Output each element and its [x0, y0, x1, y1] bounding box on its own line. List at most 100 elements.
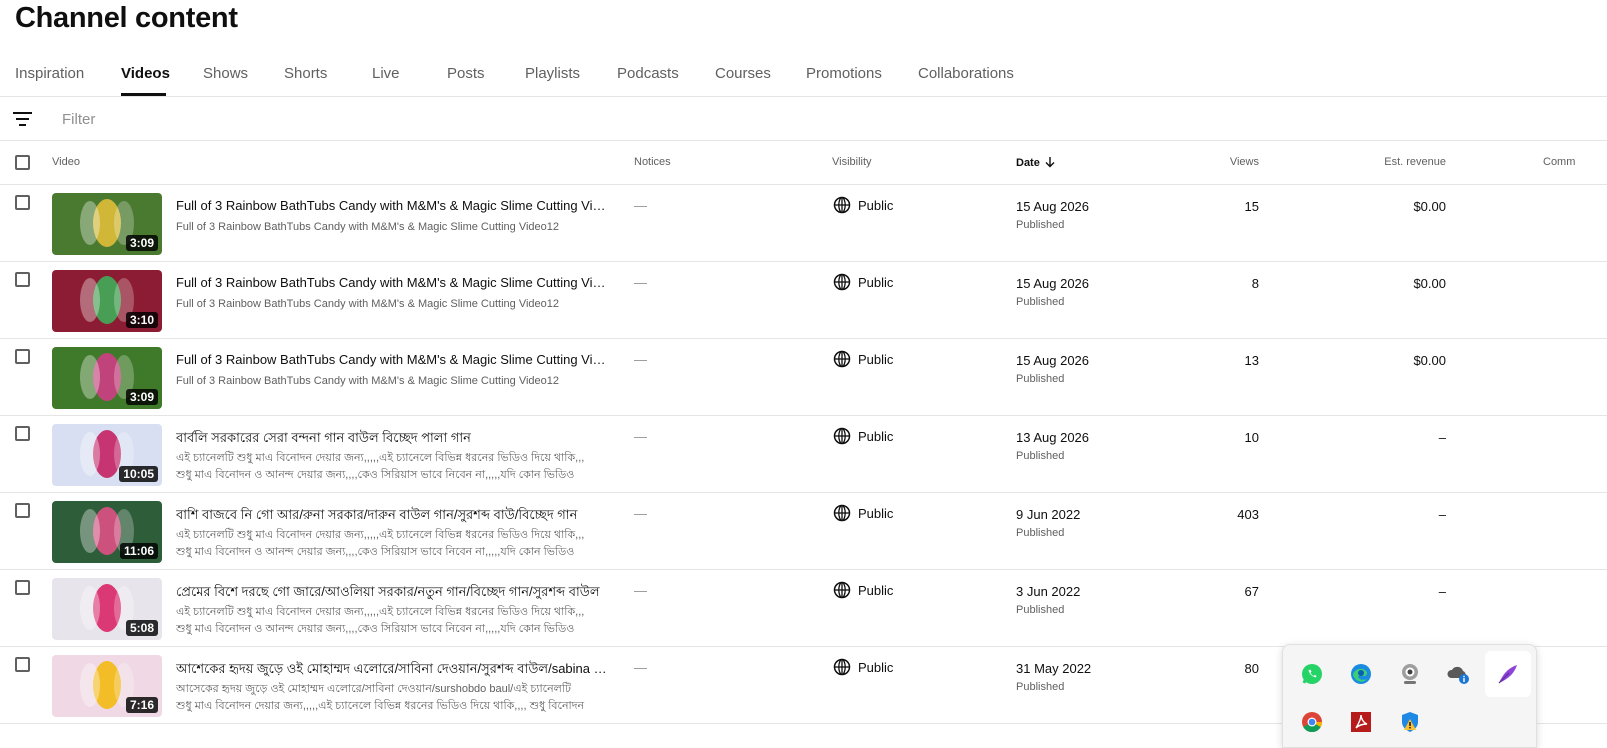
page-title: Channel content: [15, 2, 238, 34]
table-row[interactable]: 3:09 Full of 3 Rainbow BathTubs Candy wit…: [0, 185, 1607, 262]
publish-status: Published: [1016, 604, 1065, 616]
row-checkbox[interactable]: [15, 349, 30, 364]
tab-shorts[interactable]: Shorts: [284, 65, 327, 82]
tab-podcasts[interactable]: Podcasts: [617, 65, 679, 82]
video-title[interactable]: Full of 3 Rainbow BathTubs Candy with M&…: [176, 275, 608, 290]
chrome-icon[interactable]: [1299, 709, 1325, 735]
visibility-status[interactable]: Public: [858, 660, 893, 675]
video-duration-badge: 3:09: [125, 389, 158, 405]
views-count: 67: [1244, 584, 1259, 599]
column-header-date-label: Date: [1016, 157, 1040, 169]
tab-live[interactable]: Live: [372, 65, 400, 82]
video-duration-badge: 10:05: [119, 466, 158, 482]
publish-status: Published: [1016, 219, 1065, 231]
video-description-line: Full of 3 Rainbow BathTubs Candy with M&…: [176, 221, 559, 233]
table-row[interactable]: 3:10 Full of 3 Rainbow BathTubs Candy wit…: [0, 262, 1607, 339]
video-title[interactable]: Full of 3 Rainbow BathTubs Candy with M&…: [176, 352, 608, 367]
video-title[interactable]: বার্বলি সরকারের সেরা বন্দনা গান বাউল বিচ…: [176, 429, 608, 450]
video-description-line: এই চ্যানেলটি শুধু মাএ বিনোদন দেয়ার জন্য…: [176, 529, 585, 541]
video-title[interactable]: প্রেমের বিশে দরছে গো জারে/আওলিয়া সরকার/…: [176, 583, 608, 604]
filter-lines-icon[interactable]: [13, 110, 33, 128]
views-count: 80: [1244, 661, 1259, 676]
tab-promotions[interactable]: Promotions: [806, 65, 882, 82]
video-thumbnail[interactable]: 3:09: [52, 193, 162, 255]
video-description: Full of 3 Rainbow BathTubs Candy with M&…: [176, 296, 608, 313]
video-thumbnail[interactable]: 11:06: [52, 501, 162, 563]
tab-posts[interactable]: Posts: [447, 65, 485, 82]
video-description-line: এই চ্যানেলটি শুধু মাএ বিনোদন দেয়ার জন্য…: [176, 606, 585, 618]
table-row[interactable]: 10:05 বার্বলি সরকারের সেরা বন্দনা গান বাউ…: [0, 416, 1607, 493]
notice-value: —: [634, 429, 647, 444]
publish-date: 15 Aug 2026: [1016, 353, 1090, 368]
video-title[interactable]: Full of 3 Rainbow BathTubs Candy with M&…: [176, 198, 608, 213]
notice-value: —: [634, 660, 647, 675]
row-checkbox[interactable]: [15, 272, 30, 287]
table-row[interactable]: 3:09 Full of 3 Rainbow BathTubs Candy wit…: [0, 339, 1607, 416]
column-header-revenue[interactable]: Est. revenue: [1384, 156, 1446, 168]
video-description-line: শুধু মাএ বিনোদন দেয়ার জন্য,,,,,এই চ্যান…: [176, 700, 585, 712]
visibility-status[interactable]: Public: [858, 429, 893, 444]
video-thumbnail[interactable]: 7:16: [52, 655, 162, 717]
tab-collaborations[interactable]: Collaborations: [918, 65, 1014, 82]
video-description-line: Full of 3 Rainbow BathTubs Candy with M&…: [176, 375, 559, 387]
video-description-line: শুধু মাএ বিনোদন ও আনন্দ দেয়ার জন্য,,,,ক…: [176, 546, 575, 558]
views-count: 10: [1244, 430, 1259, 445]
video-thumbnail[interactable]: 10:05: [52, 424, 162, 486]
select-all-checkbox[interactable]: [15, 155, 30, 170]
video-thumbnail[interactable]: 3:10: [52, 270, 162, 332]
views-count: 8: [1251, 276, 1259, 291]
row-checkbox[interactable]: [15, 657, 30, 672]
globe-icon: [833, 504, 851, 522]
video-duration-badge: 3:09: [125, 235, 158, 251]
whatsapp-icon[interactable]: [1299, 661, 1325, 687]
visibility-status[interactable]: Public: [858, 275, 893, 290]
publish-status: Published: [1016, 296, 1065, 308]
visibility-status[interactable]: Public: [858, 506, 893, 521]
tab-shows[interactable]: Shows: [203, 65, 248, 82]
publish-date: 31 May 2022: [1016, 661, 1092, 676]
video-thumbnail[interactable]: 5:08: [52, 578, 162, 640]
acrobat-icon[interactable]: [1348, 709, 1374, 735]
video-title[interactable]: বাশি বাজবে নি গো আর/রুনা সরকার/দারুন বাউ…: [176, 506, 608, 527]
visibility-status[interactable]: Public: [858, 583, 893, 598]
estimated-revenue: –: [1438, 584, 1446, 599]
column-header-views[interactable]: Views: [1230, 156, 1259, 168]
row-checkbox[interactable]: [15, 580, 30, 595]
column-header-comments[interactable]: Comm: [1543, 156, 1575, 168]
views-count: 403: [1237, 507, 1259, 522]
video-thumbnail[interactable]: 3:09: [52, 347, 162, 409]
video-description: আসেকের হৃদয় জুড়ে ওই মোহাম্মদ এলোরে/সাব…: [176, 681, 608, 715]
publish-date: 3 Jun 2022: [1016, 584, 1081, 599]
column-header-date[interactable]: Date: [1016, 156, 1056, 169]
publish-status: Published: [1016, 527, 1065, 539]
tab-courses[interactable]: Courses: [715, 65, 771, 82]
notice-value: —: [634, 506, 647, 521]
webcam-icon[interactable]: [1397, 661, 1423, 687]
visibility-status[interactable]: Public: [858, 198, 893, 213]
tab-videos[interactable]: Videos: [121, 65, 170, 82]
onedrive-icon[interactable]: [1446, 661, 1472, 687]
visibility-status[interactable]: Public: [858, 352, 893, 367]
table-row[interactable]: 11:06 বাশি বাজবে নি গো আর/রুনা সরকার/দারু…: [0, 493, 1607, 570]
table-row[interactable]: 5:08 প্রেমের বিশে দরছে গো জারে/আওলিয়া সর…: [0, 570, 1607, 647]
row-checkbox[interactable]: [15, 503, 30, 518]
tab-inspiration[interactable]: Inspiration: [15, 65, 84, 82]
video-description: এই চ্যানেলটি শুধু মাএ বিনোদন দেয়ার জন্য…: [176, 450, 608, 484]
globe-icon: [833, 196, 851, 214]
tab-bar: Inspiration Videos Shows Shorts Live Pos…: [0, 52, 1607, 97]
video-description: Full of 3 Rainbow BathTubs Candy with M&…: [176, 219, 608, 236]
tab-playlists[interactable]: Playlists: [525, 65, 580, 82]
video-description: এই চ্যানেলটি শুধু মাএ বিনোদন দেয়ার জন্য…: [176, 604, 608, 638]
views-count: 13: [1244, 353, 1259, 368]
video-duration-badge: 11:06: [119, 543, 158, 559]
column-header-notices: Notices: [634, 156, 671, 168]
filter-input[interactable]: [62, 108, 462, 130]
row-checkbox[interactable]: [15, 195, 30, 210]
pen-icon[interactable]: [1495, 661, 1521, 687]
shield-warning-icon[interactable]: [1397, 709, 1423, 735]
row-checkbox[interactable]: [15, 426, 30, 441]
video-title[interactable]: আশেকের হৃদয় জুড়ে ওই মোহাম্মদ এলোরে/সাব…: [176, 660, 608, 681]
globe-icon: [833, 581, 851, 599]
table-header: Video Notices Visibility Date Views Est.…: [0, 141, 1607, 185]
edge-icon[interactable]: [1348, 661, 1374, 687]
